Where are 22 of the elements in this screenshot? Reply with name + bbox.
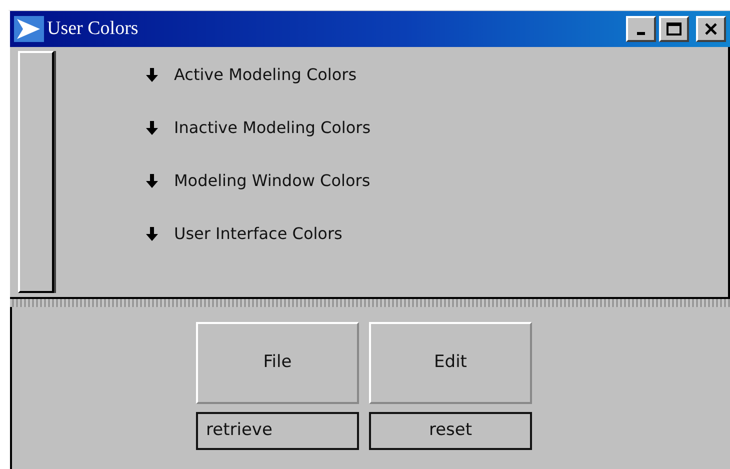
section-label[interactable]: Active Modeling Colors: [174, 63, 357, 87]
app-logo-icon: [14, 16, 44, 42]
scrollbar-handle[interactable]: [18, 51, 54, 293]
down-arrow-icon[interactable]: [144, 120, 160, 136]
section-label[interactable]: Inactive Modeling Colors: [174, 116, 371, 140]
menu-button[interactable]: Edit: [369, 322, 532, 404]
section-label[interactable]: User Interface Colors: [174, 222, 342, 246]
window-title: User Colors: [47, 16, 140, 41]
minimize-button[interactable]: [626, 16, 656, 42]
section-label[interactable]: Modeling Window Colors: [174, 169, 370, 193]
menu-button[interactable]: File: [196, 322, 359, 404]
splitter-handle[interactable]: [12, 299, 730, 307]
close-icon: [704, 23, 718, 35]
close-button[interactable]: [696, 16, 726, 42]
down-arrow-icon[interactable]: [144, 226, 160, 242]
down-arrow-icon[interactable]: [144, 173, 160, 189]
action-button[interactable]: reset: [369, 412, 532, 450]
action-button[interactable]: retrieve: [196, 412, 359, 450]
minimize-icon: [637, 32, 645, 34]
maximize-button[interactable]: [659, 16, 689, 42]
maximize-icon: [666, 22, 682, 36]
down-arrow-icon[interactable]: [144, 67, 160, 83]
